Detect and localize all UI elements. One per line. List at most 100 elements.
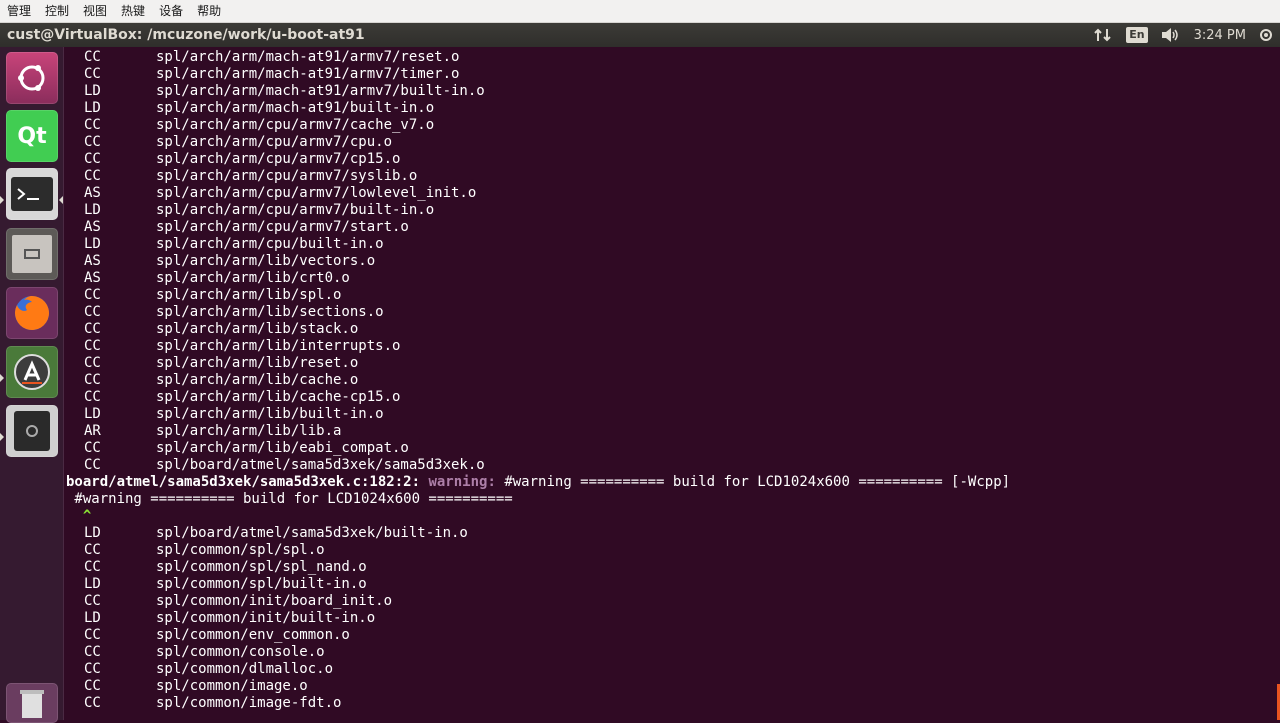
vbox-menu-item[interactable]: 视图: [76, 0, 114, 23]
build-line: AS spl/arch/arm/cpu/armv7/start.o: [66, 219, 1266, 236]
build-step-type: CC: [84, 644, 101, 660]
firefox-icon[interactable]: [6, 287, 58, 339]
build-object-path: spl/arch/arm/lib/spl.o: [156, 287, 342, 303]
build-line: CC spl/common/console.o: [66, 644, 1266, 661]
build-step-type: CC: [84, 117, 101, 133]
terminal-output[interactable]: CC spl/arch/arm/mach-at91/armv7/reset.o CC…: [66, 47, 1276, 720]
top-panel: cust@VirtualBox: /mcuzone/work/u-boot-at…: [0, 23, 1280, 47]
build-line: CC spl/common/image.o: [66, 678, 1266, 695]
build-step-type: CC: [84, 134, 101, 150]
build-step-type: CC: [84, 287, 101, 303]
ubuntu-dash-icon[interactable]: [6, 52, 58, 104]
build-line: CC spl/common/spl/spl_nand.o: [66, 559, 1266, 576]
build-step-type: CC: [84, 168, 101, 184]
build-object-path: spl/common/dlmalloc.o: [156, 661, 334, 677]
build-step-type: CC: [84, 627, 101, 643]
network-icon[interactable]: [1094, 27, 1112, 43]
build-object-path: spl/arch/arm/mach-at91/armv7/timer.o: [156, 66, 460, 82]
build-step-type: CC: [84, 304, 101, 320]
build-line: LD spl/arch/arm/mach-at91/built-in.o: [66, 100, 1266, 117]
build-line: CC spl/common/image-fdt.o: [66, 695, 1266, 712]
qt-logo-label: Qt: [17, 123, 47, 149]
window-title: cust@VirtualBox: /mcuzone/work/u-boot-at…: [7, 27, 365, 43]
vbox-menu-item[interactable]: 帮助: [190, 0, 228, 23]
vbox-menu-item[interactable]: 控制: [38, 0, 76, 23]
build-line: LD spl/common/spl/built-in.o: [66, 576, 1266, 593]
build-object-path: spl/arch/arm/cpu/armv7/cpu.o: [156, 134, 393, 150]
build-step-type: CC: [84, 372, 101, 388]
build-object-path: spl/arch/arm/mach-at91/armv7/reset.o: [156, 49, 460, 65]
build-step-type: AS: [84, 253, 101, 269]
build-step-type: CC: [84, 49, 101, 65]
build-step-type: LD: [84, 83, 101, 99]
build-step-type: AS: [84, 219, 101, 235]
build-object-path: spl/arch/arm/lib/reset.o: [156, 355, 359, 371]
launcher-running-pip: [0, 374, 4, 382]
build-line: AS spl/arch/arm/lib/crt0.o: [66, 270, 1266, 287]
build-object-path: spl/arch/arm/cpu/armv7/built-in.o: [156, 202, 435, 218]
files-icon[interactable]: [6, 228, 58, 280]
launcher: Qt: [0, 47, 64, 723]
build-object-path: spl/common/console.o: [156, 644, 325, 660]
build-object-path: spl/arch/arm/lib/cache.o: [156, 372, 359, 388]
warning-caret: ^: [66, 508, 92, 524]
vbox-menu-item[interactable]: 管理: [0, 0, 38, 23]
keyboard-layout-indicator[interactable]: En: [1126, 27, 1148, 43]
build-step-type: CC: [84, 355, 101, 371]
build-line: CC spl/board/atmel/sama5d3xek/sama5d3xek.…: [66, 457, 1266, 474]
launcher-running-pip: [59, 196, 63, 204]
build-line: CC spl/common/init/board_init.o: [66, 593, 1266, 610]
build-step-type: CC: [84, 66, 101, 82]
vbox-menu-item[interactable]: 热键: [114, 0, 152, 23]
build-step-type: LD: [84, 236, 101, 252]
removable-drive-icon[interactable]: [6, 405, 58, 457]
power-gear-icon[interactable]: [1258, 27, 1274, 43]
build-line: CC spl/arch/arm/lib/spl.o: [66, 287, 1266, 304]
build-step-type: LD: [84, 202, 101, 218]
build-step-type: AR: [84, 423, 101, 439]
build-step-type: CC: [84, 440, 101, 456]
build-object-path: spl/arch/arm/lib/eabi_compat.o: [156, 440, 409, 456]
build-line: LD spl/arch/arm/mach-at91/armv7/built-in.…: [66, 83, 1266, 100]
compiler-warning-line: board/atmel/sama5d3xek/sama5d3xek.c:182:…: [66, 474, 1010, 491]
build-object-path: spl/arch/arm/lib/interrupts.o: [156, 338, 401, 354]
vbox-menubar: 管理 控制 视图 热键 设备 帮助: [0, 0, 1280, 23]
build-line: CC spl/arch/arm/lib/cache.o: [66, 372, 1266, 389]
build-object-path: spl/arch/arm/cpu/built-in.o: [156, 236, 384, 252]
vbox-menu-item[interactable]: 设备: [152, 0, 190, 23]
build-step-type: CC: [84, 321, 101, 337]
build-step-type: AS: [84, 185, 101, 201]
build-object-path: spl/common/spl/spl.o: [156, 542, 325, 558]
build-step-type: CC: [84, 457, 101, 473]
build-line: LD spl/board/atmel/sama5d3xek/built-in.o: [66, 525, 1266, 542]
build-step-type: CC: [84, 559, 101, 575]
build-line: CC spl/common/dlmalloc.o: [66, 661, 1266, 678]
terminal-icon[interactable]: [6, 168, 58, 220]
trash-icon[interactable]: [6, 683, 58, 723]
build-object-path: spl/arch/arm/lib/sections.o: [156, 304, 384, 320]
build-line: CC spl/arch/arm/lib/stack.o: [66, 321, 1266, 338]
build-object-path: spl/board/atmel/sama5d3xek/sama5d3xek.o: [156, 457, 485, 473]
build-line: CC spl/arch/arm/cpu/armv7/cp15.o: [66, 151, 1266, 168]
build-step-type: LD: [84, 525, 101, 541]
build-object-path: spl/arch/arm/lib/stack.o: [156, 321, 359, 337]
build-line: CC spl/arch/arm/lib/interrupts.o: [66, 338, 1266, 355]
build-line: CC spl/arch/arm/cpu/armv7/cache_v7.o: [66, 117, 1266, 134]
volume-icon[interactable]: [1160, 27, 1180, 43]
build-line: CC spl/arch/arm/cpu/armv7/syslib.o: [66, 168, 1266, 185]
clock[interactable]: 3:24 PM: [1194, 28, 1246, 43]
build-object-path: spl/common/spl/built-in.o: [156, 576, 367, 592]
build-object-path: spl/common/spl/spl_nand.o: [156, 559, 367, 575]
build-step-type: CC: [84, 542, 101, 558]
build-line: CC spl/arch/arm/mach-at91/armv7/timer.o: [66, 66, 1266, 83]
build-object-path: spl/arch/arm/lib/built-in.o: [156, 406, 384, 422]
build-line: CC spl/arch/arm/lib/sections.o: [66, 304, 1266, 321]
build-step-type: LD: [84, 406, 101, 422]
build-object-path: spl/arch/arm/lib/cache-cp15.o: [156, 389, 401, 405]
panel-indicators: En 3:24 PM: [1094, 23, 1280, 47]
build-object-path: spl/arch/arm/lib/lib.a: [156, 423, 342, 439]
launcher-running-pip: [0, 196, 4, 204]
build-line: CC spl/arch/arm/mach-at91/armv7/reset.o: [66, 49, 1266, 66]
software-updater-icon[interactable]: [6, 346, 58, 398]
qt-creator-icon[interactable]: Qt: [6, 110, 58, 162]
